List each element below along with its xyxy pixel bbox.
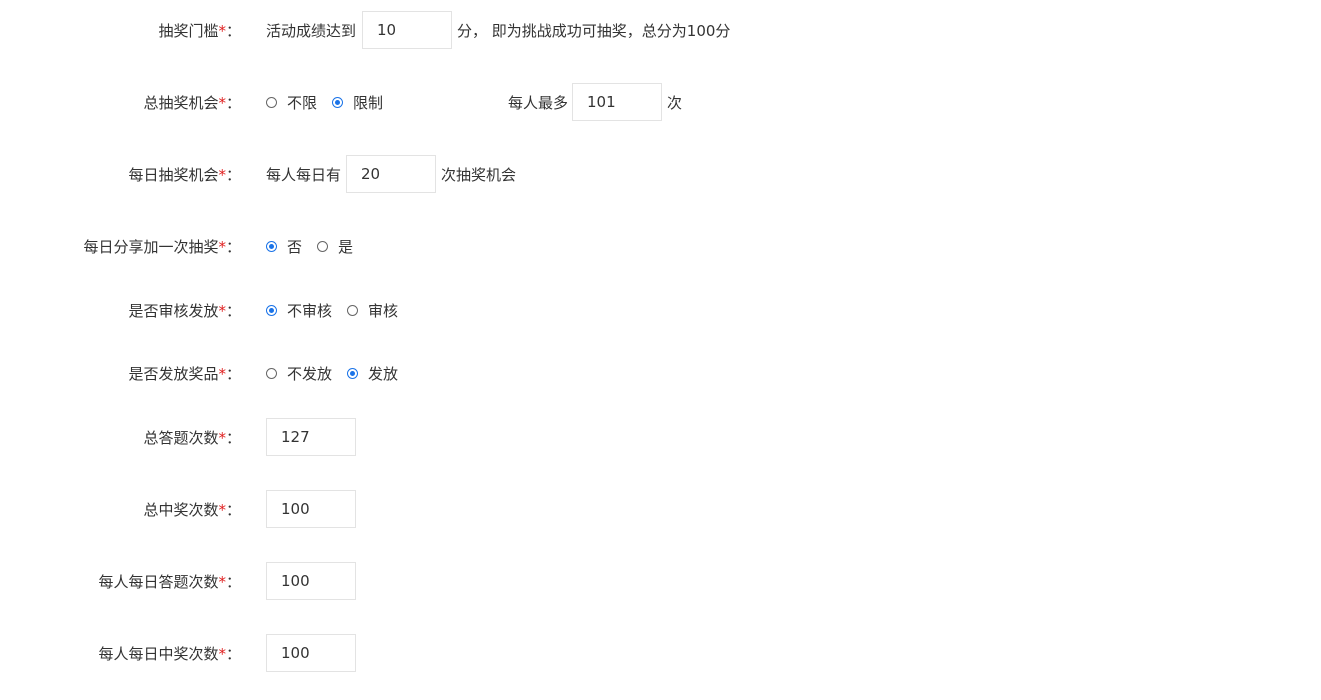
daily-wins-label: 每人每日中奖次数*： — [98, 644, 241, 663]
required-mark: * — [218, 301, 226, 320]
daily-chances-input[interactable] — [346, 155, 437, 193]
total-answers-input[interactable] — [266, 418, 356, 456]
daily-share-label: 每日分享加一次抽奖*： — [83, 237, 241, 256]
radio-label: 发放 — [368, 364, 399, 383]
threshold-prefix: 活动成绩达到 — [266, 21, 357, 40]
total-answers-row: 总答题次数*： — [0, 418, 1321, 456]
total-chances-label: 总抽奖机会*： — [143, 93, 241, 112]
total-wins-row: 总中奖次数*： — [0, 490, 1321, 528]
radio-label: 是 — [338, 237, 354, 256]
radio-selected-icon — [266, 304, 277, 316]
radio-selected-icon — [266, 240, 277, 252]
daily-chances-label: 每日抽奖机会*： — [128, 165, 241, 184]
radio-unselected-icon — [266, 96, 277, 108]
required-mark: * — [218, 237, 226, 256]
review-label: 是否审核发放*： — [128, 301, 241, 320]
required-mark: * — [218, 428, 226, 447]
required-mark: * — [218, 500, 226, 519]
daily-answers-input[interactable] — [266, 562, 356, 600]
per-person-max-prefix: 每人最多 — [508, 93, 569, 112]
radio-label: 否 — [287, 237, 303, 256]
required-mark: * — [218, 93, 226, 112]
daily-share-yes-radio[interactable]: 是 — [317, 236, 353, 257]
required-mark: * — [218, 21, 226, 40]
daily-chances-suffix: 次抽奖机会 — [441, 165, 517, 184]
lottery-settings-form: 抽奖门槛*： 活动成绩达到 分， 即为挑战成功可抽奖，总分为100分 总抽奖机会… — [0, 0, 1321, 700]
radio-unselected-icon — [317, 240, 329, 252]
per-person-max-input[interactable] — [572, 83, 663, 121]
threshold-row: 抽奖门槛*： 活动成绩达到 分， 即为挑战成功可抽奖，总分为100分 — [0, 11, 1321, 49]
daily-answers-label: 每人每日答题次数*： — [98, 572, 241, 591]
radio-label: 限制 — [353, 93, 384, 112]
total-chances-unlimited-radio[interactable]: 不限 — [266, 92, 317, 113]
radio-label: 不限 — [287, 93, 318, 112]
review-row: 是否审核发放*： 不审核 审核 — [0, 291, 1321, 329]
total-chances-row: 总抽奖机会*： 不限 限制 每人最多 次 — [0, 83, 1321, 121]
radio-label: 不发放 — [287, 364, 333, 383]
daily-wins-row: 每人每日中奖次数*： — [0, 634, 1321, 672]
required-mark: * — [218, 165, 226, 184]
required-mark: * — [218, 644, 226, 663]
total-chances-limited-radio[interactable]: 限制 — [332, 92, 383, 113]
issue-prize-no-radio[interactable]: 不发放 — [266, 363, 332, 384]
required-mark: * — [218, 364, 226, 383]
daily-wins-input[interactable] — [266, 634, 356, 672]
daily-share-no-radio[interactable]: 否 — [266, 236, 302, 257]
radio-unselected-icon — [266, 367, 277, 379]
daily-answers-row: 每人每日答题次数*： — [0, 562, 1321, 600]
review-no-radio[interactable]: 不审核 — [266, 300, 332, 321]
radio-label: 审核 — [368, 301, 399, 320]
radio-selected-icon — [332, 96, 344, 108]
issue-prize-row: 是否发放奖品*： 不发放 发放 — [0, 354, 1321, 392]
radio-unselected-icon — [347, 304, 359, 316]
daily-chances-row: 每日抽奖机会*： 每人每日有 次抽奖机会 — [0, 155, 1321, 193]
radio-label: 不审核 — [287, 301, 333, 320]
review-yes-radio[interactable]: 审核 — [347, 300, 398, 321]
issue-prize-label: 是否发放奖品*： — [128, 364, 241, 383]
total-answers-label: 总答题次数*： — [143, 428, 241, 447]
total-wins-label: 总中奖次数*： — [143, 500, 241, 519]
per-person-max-suffix: 次 — [667, 93, 683, 112]
daily-share-row: 每日分享加一次抽奖*： 否 是 — [0, 227, 1321, 265]
threshold-suffix: 分， 即为挑战成功可抽奖，总分为100分 — [457, 21, 731, 40]
issue-prize-yes-radio[interactable]: 发放 — [347, 363, 398, 384]
threshold-score-input[interactable] — [362, 11, 453, 49]
threshold-label: 抽奖门槛*： — [158, 21, 241, 40]
total-wins-input[interactable] — [266, 490, 356, 528]
required-mark: * — [218, 572, 226, 591]
daily-chances-prefix: 每人每日有 — [266, 165, 342, 184]
radio-selected-icon — [347, 367, 359, 379]
